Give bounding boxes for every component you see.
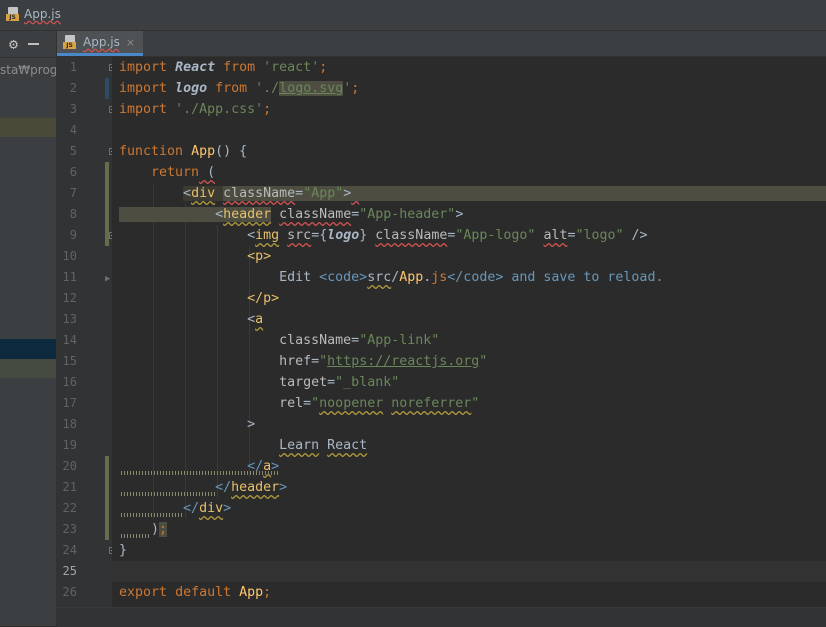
code-line-10[interactable]: <p> <box>119 246 271 267</box>
code-line-14[interactable]: className="App-link" <box>119 330 439 351</box>
line-number[interactable]: 3 <box>57 99 77 120</box>
editor-scrollbar[interactable] <box>57 607 826 627</box>
code-line-1[interactable]: import React from 'react'; <box>119 57 327 78</box>
editor-tabs: JS App.js × <box>57 31 826 57</box>
line-number[interactable]: 7 <box>57 183 77 204</box>
line-number[interactable]: 25 <box>57 561 77 582</box>
window-title: App.js <box>24 7 61 21</box>
code-line-9[interactable]: <img src={logo} className="App-logo" alt… <box>119 225 647 246</box>
line-number[interactable]: 24 <box>57 540 77 561</box>
line-number[interactable]: 9 <box>57 225 77 246</box>
project-path[interactable]: sta₩progra <box>0 63 56 77</box>
code-line-2[interactable]: import logo from './logo.svg'; <box>119 78 359 99</box>
vcs-change-marker[interactable] <box>105 456 109 540</box>
line-number[interactable]: 13 <box>57 309 77 330</box>
line-number[interactable]: 2 <box>57 78 77 99</box>
tab-app-js[interactable]: JS App.js × <box>57 31 144 56</box>
code-line-17[interactable]: rel="noopener noreferrer" <box>119 393 479 414</box>
title-bar: JS App.js <box>0 0 826 31</box>
line-number[interactable]: 19 <box>57 435 77 456</box>
project-toolbar: ⚙ <box>0 31 56 58</box>
code-line-6[interactable]: return ( <box>119 162 215 183</box>
line-number[interactable]: 26 <box>57 582 77 603</box>
close-tab-icon[interactable]: × <box>126 36 135 49</box>
line-number[interactable]: 5 <box>57 141 77 162</box>
line-number[interactable]: 4 <box>57 120 77 141</box>
whitespace-warning <box>119 492 215 496</box>
whitespace-warning <box>119 471 279 475</box>
line-number[interactable]: 15 <box>57 351 77 372</box>
code-line-16[interactable]: target="_blank" <box>119 372 399 393</box>
code-line-15[interactable]: href="https://reactjs.org" <box>119 351 487 372</box>
code-line-7[interactable]: <div className="App"> <box>119 183 826 204</box>
code-line-3[interactable]: import './App.css'; <box>119 99 271 120</box>
js-file-icon: JS <box>6 7 20 21</box>
code-line-12[interactable]: </p> <box>119 288 279 309</box>
line-number[interactable]: 20 <box>57 456 77 477</box>
code-line-19[interactable]: Learn React <box>119 435 367 456</box>
project-tree-item-highlight[interactable] <box>0 118 56 137</box>
current-line-highlight <box>112 561 826 582</box>
project-tree-item-selected[interactable] <box>0 339 56 359</box>
line-number[interactable]: 16 <box>57 372 77 393</box>
line-number[interactable]: 11 <box>57 267 77 288</box>
line-number[interactable]: 21 <box>57 477 77 498</box>
code-line-13[interactable]: <a <box>119 309 263 330</box>
whitespace-warning <box>119 513 183 517</box>
code-line-26[interactable]: export default App; <box>119 582 271 603</box>
line-number[interactable]: 14 <box>57 330 77 351</box>
line-number[interactable]: 1 <box>57 57 77 78</box>
line-number[interactable]: 6 <box>57 162 77 183</box>
js-file-icon: JS <box>63 35 77 49</box>
project-panel[interactable]: ⚙ sta₩progra <box>0 31 57 626</box>
code-editor[interactable]: import React from 'react'; import logo f… <box>112 57 826 626</box>
gear-icon[interactable]: ⚙ <box>9 36 18 52</box>
line-number[interactable]: 17 <box>57 393 77 414</box>
whitespace-warning <box>119 534 151 538</box>
code-line-24[interactable]: } <box>119 540 127 561</box>
hide-panel-icon[interactable] <box>28 43 40 45</box>
code-line-18[interactable]: > <box>119 414 255 435</box>
code-line-8[interactable]: <header className="App-header"> <box>119 204 463 225</box>
line-number[interactable]: 8 <box>57 204 77 225</box>
fold-arrow-icon[interactable]: ▶ <box>105 274 110 284</box>
editor-gutter[interactable]: ▶ 1 2 3 4 5 6 7 8 9 10 11 12 13 14 15 16 17 18 19 20 21 22 23 2… <box>57 57 116 626</box>
line-number[interactable]: 18 <box>57 414 77 435</box>
line-number[interactable]: 10 <box>57 246 77 267</box>
code-line-11[interactable]: Edit <code>src/App.js</code> and save to… <box>119 267 663 288</box>
line-number[interactable]: 22 <box>57 498 77 519</box>
code-line-5[interactable]: function App() { <box>119 141 247 162</box>
project-tree-item-highlight[interactable] <box>0 359 56 378</box>
line-number[interactable]: 23 <box>57 519 77 540</box>
tab-label: App.js <box>83 35 120 49</box>
line-number[interactable]: 12 <box>57 288 77 309</box>
title-file: JS App.js <box>6 7 61 21</box>
vcs-change-marker[interactable] <box>105 78 109 99</box>
